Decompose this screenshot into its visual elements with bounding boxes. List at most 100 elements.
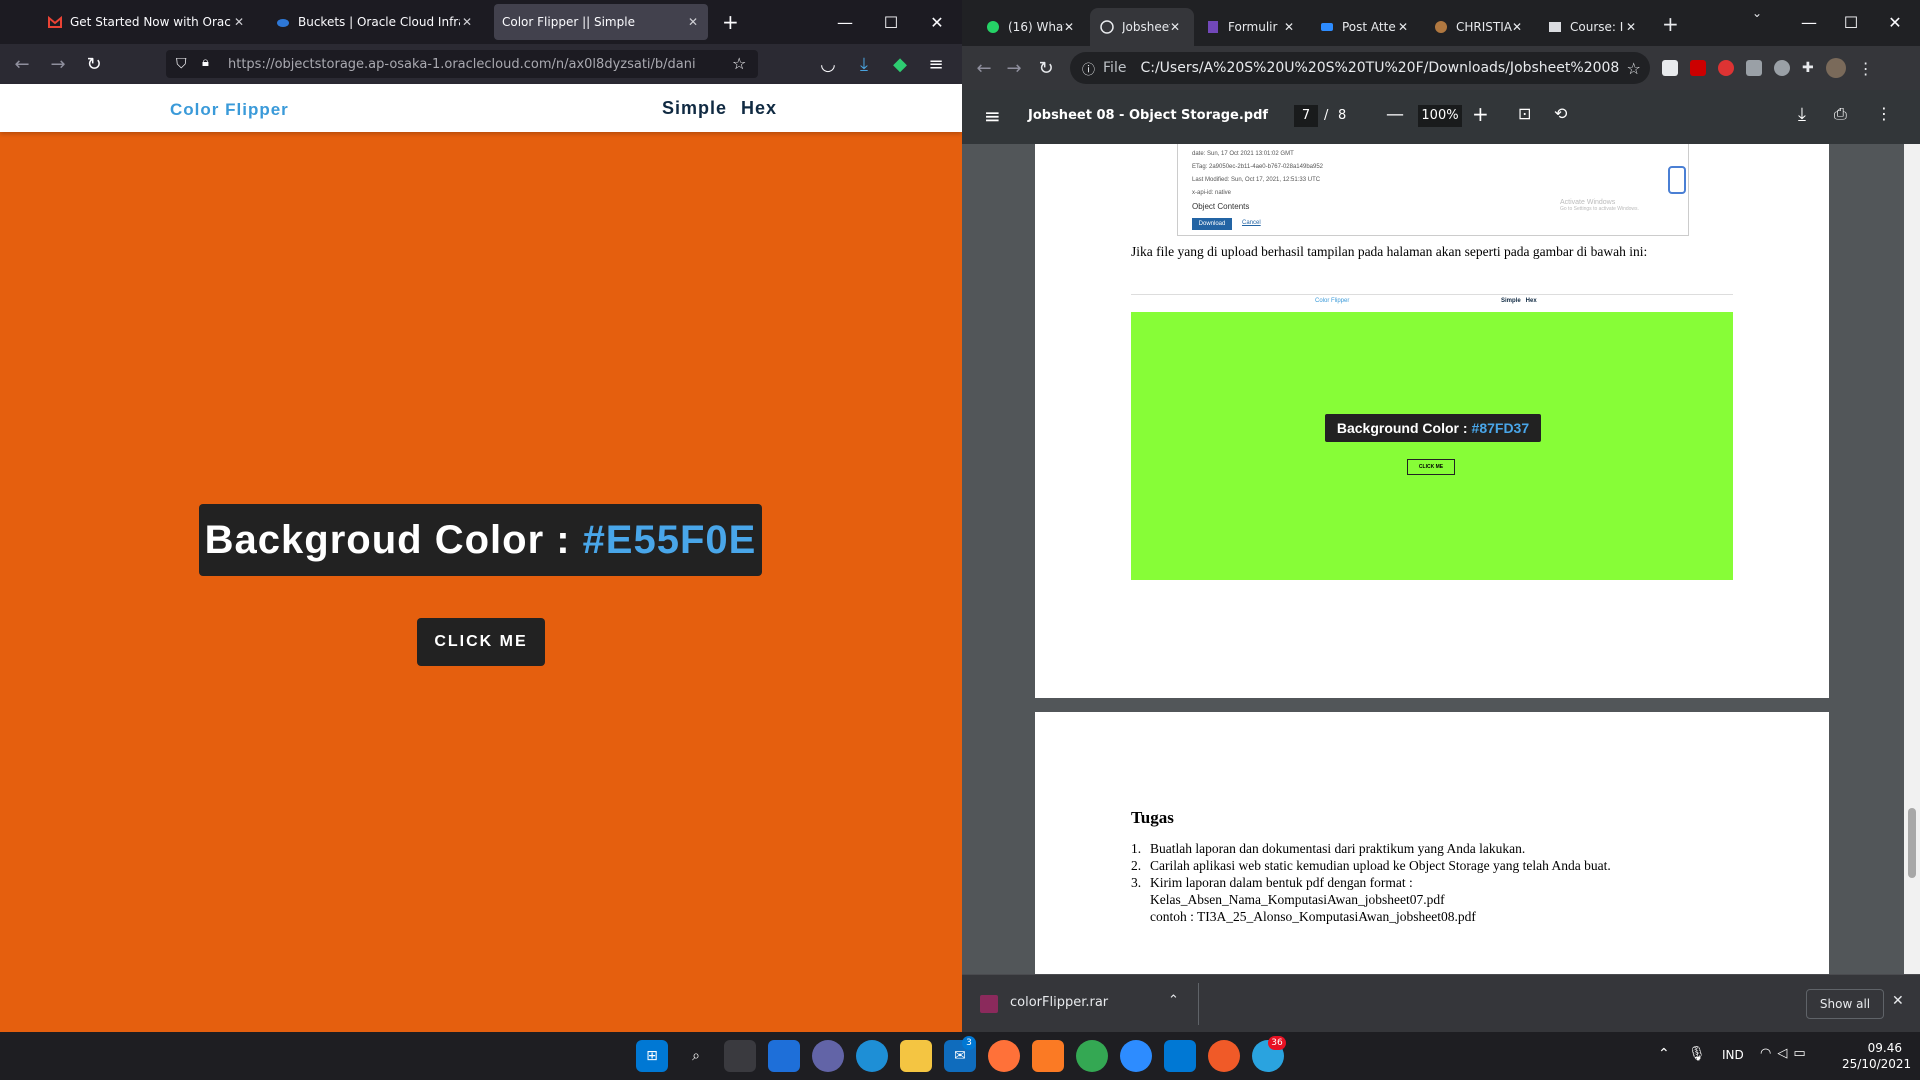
firefox-icon[interactable] <box>988 1040 1020 1072</box>
scrollbar-thumb[interactable] <box>1908 808 1916 878</box>
tab-label: Color Flipper || Simple <box>502 15 635 29</box>
tab-post-attendance[interactable]: Post Atte ✕ <box>1310 8 1422 46</box>
close-icon[interactable]: ✕ <box>460 15 474 29</box>
chevron-up-icon[interactable]: ⌃ <box>1168 993 1179 1008</box>
site-brand[interactable]: Color Flipper <box>170 100 289 120</box>
back-icon[interactable]: ← <box>972 56 996 80</box>
zoom-input[interactable]: 100% <box>1418 105 1462 127</box>
download-filename[interactable]: colorFlipper.rar <box>1010 995 1108 1010</box>
show-all-button[interactable]: Show all <box>1806 989 1884 1019</box>
download-icon[interactable]: ⤓ <box>852 52 876 76</box>
xampp-icon[interactable] <box>1032 1040 1064 1072</box>
chevron-up-icon[interactable]: ⌃ <box>1658 1046 1670 1062</box>
menu-icon[interactable]: ⋮ <box>1858 59 1874 78</box>
pdf-viewport[interactable]: date: Sun, 17 Oct 2021 13:01:02 GMT ETag… <box>962 144 1920 974</box>
search-icon[interactable]: ⌕ <box>680 1040 712 1072</box>
bookmark-star-icon[interactable]: ☆ <box>732 54 746 73</box>
forward-icon[interactable]: → <box>1002 56 1026 80</box>
hamburger-icon[interactable]: ≡ <box>984 104 1001 128</box>
download-icon[interactable]: ⤓ <box>1798 104 1806 125</box>
avatar[interactable] <box>1825 58 1846 78</box>
extension-icon[interactable]: ◆ <box>888 52 912 76</box>
tab-whatsapp[interactable]: (16) What ✕ <box>976 8 1088 46</box>
tab-formulir[interactable]: Formulir ✕ <box>1196 8 1308 46</box>
extension-icon[interactable] <box>1746 60 1762 76</box>
address-bar[interactable]: ⛉ 🔒︎ https://objectstorage.ap-osaka-1.or… <box>166 50 758 78</box>
new-tab-button[interactable]: + <box>1662 12 1679 36</box>
close-icon[interactable]: ✕ <box>1398 20 1412 34</box>
clock[interactable]: 09.46 25/10/2021 <box>1842 1040 1911 1072</box>
teams-chat-icon[interactable] <box>812 1040 844 1072</box>
pdf-scrollbar[interactable] <box>1904 144 1920 974</box>
zoom-out-icon[interactable]: — <box>1386 104 1404 125</box>
minimize-button[interactable]: — <box>1786 0 1832 44</box>
format-example: contoh : TI3A_25_Alonso_KomputasiAwan_jo… <box>1150 909 1476 924</box>
system-tray-icons[interactable]: ◠◁▭ <box>1760 1046 1812 1061</box>
ublock-icon[interactable] <box>1690 60 1706 76</box>
pocket-icon[interactable]: ◡ <box>816 52 840 76</box>
click-me-button[interactable]: CLICK ME <box>417 618 545 666</box>
microphone-icon[interactable]: 🎙︎ <box>1688 1046 1706 1062</box>
color-display: Backgroud Color : #E55F0E <box>199 504 762 576</box>
close-icon[interactable]: ✕ <box>1892 993 1904 1009</box>
extension-icon[interactable] <box>1662 60 1678 76</box>
reload-icon[interactable]: ↻ <box>82 52 106 76</box>
close-icon[interactable]: ✕ <box>1284 20 1298 34</box>
zoom-icon <box>1320 20 1334 34</box>
tab-christian[interactable]: CHRISTIA ✕ <box>1424 8 1536 46</box>
maximize-button[interactable]: ☐ <box>1828 0 1874 44</box>
pdf-page-7: date: Sun, 17 Oct 2021 13:01:02 GMT ETag… <box>1035 144 1829 698</box>
more-icon[interactable]: ⋮ <box>1876 104 1892 123</box>
forward-icon[interactable]: → <box>46 52 70 76</box>
back-icon[interactable]: ← <box>10 52 34 76</box>
new-tab-button[interactable]: + <box>722 10 739 34</box>
tab-jobsheet[interactable]: Jobsheet ✕ <box>1090 8 1194 46</box>
postman-icon[interactable] <box>1208 1040 1240 1072</box>
meta-line: ETag: 2a9050ec-2b11-4ae0-b767-028a149ba9… <box>1192 164 1324 170</box>
address-bar[interactable]: ⓘ File C:/Users/A%20S%20U%20S%20TU%20F/D… <box>1070 52 1650 84</box>
close-icon[interactable]: ✕ <box>1512 20 1526 34</box>
extension-icon[interactable] <box>1718 60 1734 76</box>
close-icon[interactable]: ✕ <box>686 15 700 29</box>
tab-course[interactable]: Course: I ✕ <box>1538 8 1650 46</box>
close-icon[interactable]: ✕ <box>1064 20 1078 34</box>
tab-search-icon[interactable]: ⌄ <box>1752 6 1762 20</box>
close-window-button[interactable]: ✕ <box>1872 0 1918 44</box>
lock-icon[interactable]: 🔒︎ <box>202 55 209 70</box>
fit-page-icon[interactable]: ⊡ <box>1518 104 1531 123</box>
start-icon[interactable]: ⊞ <box>636 1040 668 1072</box>
nav-link-hex[interactable]: Hex <box>741 98 777 118</box>
info-icon[interactable]: ⓘ <box>1082 59 1095 78</box>
page-number-input[interactable]: 7 <box>1294 105 1318 127</box>
watermark-line: Activate Windows <box>1598 939 1741 959</box>
menu-icon[interactable]: ≡ <box>924 52 948 76</box>
reload-icon[interactable]: ↻ <box>1034 56 1058 80</box>
edge-icon[interactable] <box>856 1040 888 1072</box>
rotate-icon[interactable]: ⟲ <box>1554 104 1567 123</box>
close-icon[interactable]: ✕ <box>1170 20 1184 34</box>
bookmark-star-icon[interactable]: ☆ <box>1626 59 1640 78</box>
file-explorer-icon[interactable] <box>900 1040 932 1072</box>
nav-link-simple[interactable]: Simple <box>662 98 727 118</box>
close-icon[interactable]: ✕ <box>232 15 246 29</box>
tab-color-flipper[interactable]: Color Flipper || Simple ✕ <box>494 4 708 40</box>
shield-icon[interactable]: ⛉ <box>176 56 187 72</box>
close-window-button[interactable]: ✕ <box>914 0 960 44</box>
zoom-in-icon[interactable]: + <box>1472 102 1489 126</box>
minimize-button[interactable]: — <box>822 0 868 44</box>
language-indicator[interactable]: IND <box>1722 1048 1744 1062</box>
puzzle-icon[interactable]: ✚ <box>1802 60 1814 76</box>
tab-gmail[interactable]: Get Started Now with Oracle Cl ✕ <box>40 4 254 40</box>
tab-buckets[interactable]: Buckets | Oracle Cloud Infrastru ✕ <box>268 4 482 40</box>
maximize-button[interactable]: ☐ <box>868 0 914 44</box>
camera-icon[interactable] <box>1774 60 1790 76</box>
widgets-icon[interactable] <box>768 1040 800 1072</box>
divider <box>1198 983 1199 1025</box>
close-icon[interactable]: ✕ <box>1626 20 1640 34</box>
print-icon[interactable]: ⎙ <box>1834 104 1847 124</box>
zoom-icon[interactable] <box>1120 1040 1152 1072</box>
figure-color-value: #87FD37 <box>1471 420 1530 436</box>
task-view-icon[interactable] <box>724 1040 756 1072</box>
vscode-icon[interactable] <box>1164 1040 1196 1072</box>
chrome-icon[interactable] <box>1076 1040 1108 1072</box>
